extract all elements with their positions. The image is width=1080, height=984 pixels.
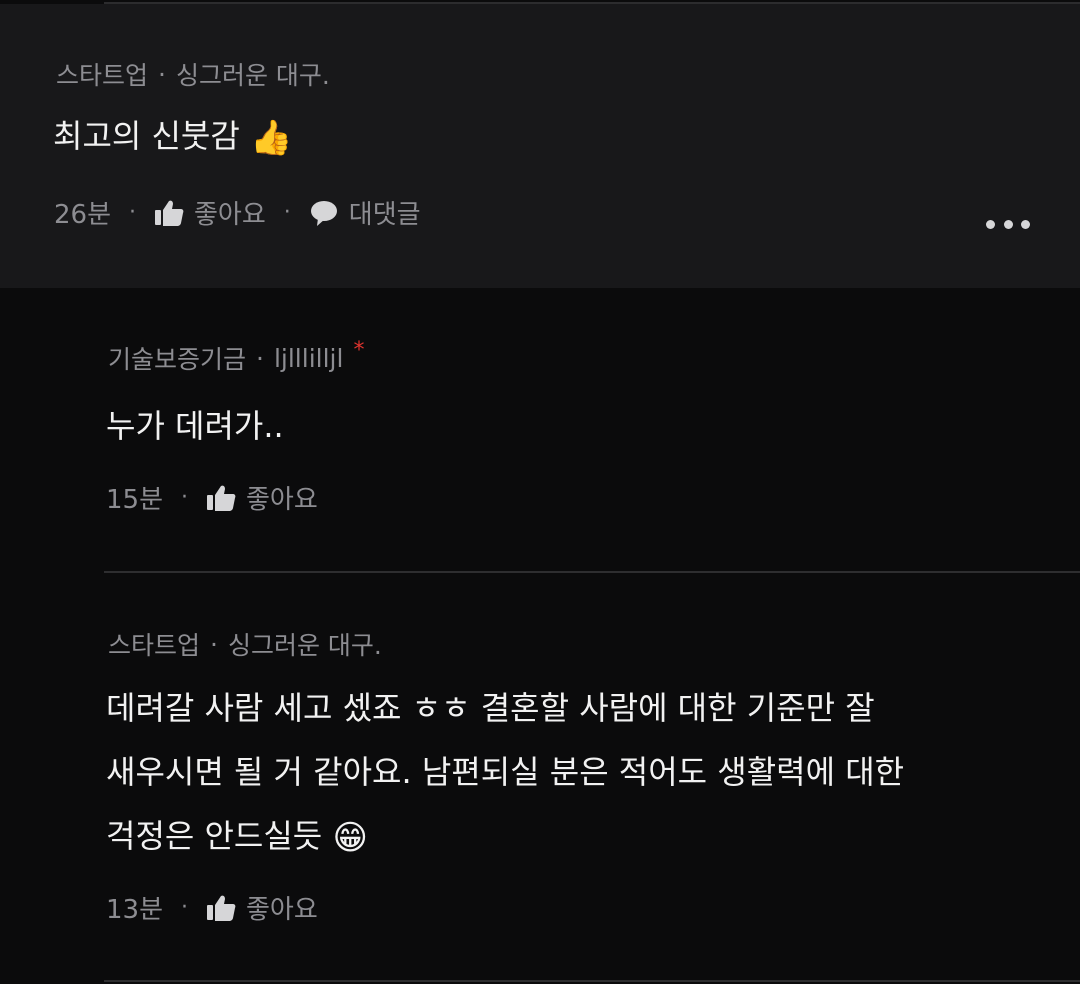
comment-1-board[interactable]: 스타트업 bbox=[56, 56, 148, 92]
like-label: 좋아요 bbox=[246, 895, 318, 925]
thumbs-up-icon bbox=[207, 485, 236, 511]
comment-3-text: 데려갈 사람 세고 셌죠 ㅎㅎ 결혼할 사람에 대한 기준만 잘 새우시면 될 … bbox=[106, 676, 1066, 870]
comment-3-author[interactable]: 싱그러운 대구. bbox=[228, 626, 382, 662]
bottom-divider bbox=[104, 980, 1080, 982]
comment-1-text: 최고의 신붓감 👍 bbox=[53, 104, 292, 170]
comment-1-author[interactable]: 싱그러운 대구. bbox=[176, 56, 330, 92]
action-dot: · bbox=[181, 485, 189, 510]
comment-2-actions: 15분 · 좋아요 bbox=[106, 479, 318, 516]
more-dot bbox=[986, 219, 995, 229]
thumbs-up-icon bbox=[155, 200, 184, 226]
reply-divider bbox=[104, 571, 1080, 573]
comment-1-body: 최고의 신붓감 bbox=[53, 117, 240, 155]
comment-3-line-3: 걱정은 안드실듯 😁 bbox=[106, 804, 1066, 870]
meta-separator: · bbox=[210, 629, 218, 659]
comment-3-board[interactable]: 스타트업 bbox=[108, 626, 200, 662]
thumbs-up-icon bbox=[207, 895, 236, 921]
comment-3-line-2: 새우시면 될 거 같아요. 남편되실 분은 적어도 생활력에 대한 bbox=[106, 753, 905, 791]
comment-2-text: 누가 데려가.. bbox=[106, 394, 284, 458]
comment-2-meta: 기술보증기금 · ljlllilljl * bbox=[108, 337, 365, 376]
comment-3-line-1: 데려갈 사람 세고 셌죠 ㅎㅎ 결혼할 사람에 대한 기준만 잘 bbox=[106, 689, 875, 727]
like-button[interactable]: 좋아요 bbox=[154, 194, 266, 231]
more-options-icon[interactable] bbox=[986, 212, 1030, 236]
comment-3-time: 13분 bbox=[106, 895, 164, 925]
thumbs-up-emoji: 👍 bbox=[249, 118, 293, 158]
more-dot bbox=[1003, 219, 1013, 229]
speech-bubble-icon bbox=[310, 200, 337, 226]
like-label: 좋아요 bbox=[194, 200, 266, 230]
like-label: 좋아요 bbox=[246, 485, 318, 515]
action-dot: · bbox=[283, 200, 291, 225]
reply-button[interactable]: 대댓글 bbox=[309, 194, 421, 231]
grinning-emoji: 😁 bbox=[332, 818, 368, 858]
like-button[interactable]: 좋아요 bbox=[206, 479, 318, 516]
comment-3-line-3-text: 걱정은 안드실듯 bbox=[106, 817, 323, 855]
action-dot: · bbox=[181, 895, 189, 920]
comment-3-actions: 13분 · 좋아요 bbox=[106, 889, 318, 926]
comment-2-author[interactable]: ljlllilljl bbox=[274, 344, 343, 373]
comment-2-time: 15분 bbox=[106, 485, 164, 515]
author-badge: * bbox=[353, 337, 365, 363]
like-button[interactable]: 좋아요 bbox=[206, 889, 318, 926]
reply-label: 대댓글 bbox=[348, 200, 421, 230]
meta-separator: · bbox=[256, 343, 264, 373]
comment-1-time: 26분 bbox=[54, 200, 112, 230]
comment-3-meta: 스타트업 · 싱그러운 대구. bbox=[108, 626, 382, 662]
comment-1-actions: 26분 · 좋아요 · 대댓글 bbox=[54, 194, 421, 231]
comment-2-body: 누가 데려가.. bbox=[106, 407, 284, 445]
meta-separator: · bbox=[158, 59, 166, 89]
comment-thread: 스타트업 · 싱그러운 대구. 최고의 신붓감 👍 26분 · 좋아요 · 대댓… bbox=[0, 0, 1080, 984]
comment-1-meta: 스타트업 · 싱그러운 대구. bbox=[56, 56, 330, 92]
comment-2-board[interactable]: 기술보증기금 bbox=[108, 340, 246, 376]
action-dot: · bbox=[129, 200, 137, 225]
more-dot bbox=[1021, 219, 1030, 229]
